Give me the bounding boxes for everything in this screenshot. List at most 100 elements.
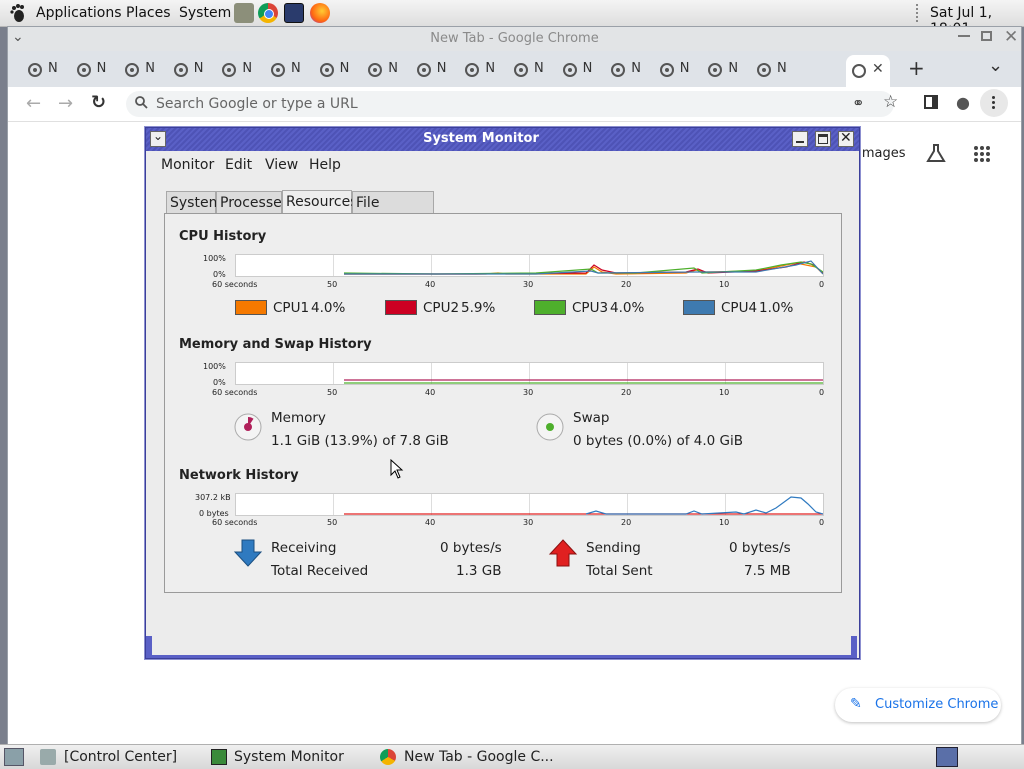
chrome-menu-icon[interactable] xyxy=(980,89,1008,117)
back-arrow-icon[interactable]: ← xyxy=(26,93,41,114)
minimize-icon[interactable] xyxy=(792,131,808,147)
apps-grid-icon[interactable] xyxy=(973,145,991,167)
cpu-y-top: 100% xyxy=(203,254,226,263)
system-monitor-titlebar[interactable]: ⌄ System Monitor ✕ xyxy=(146,128,859,151)
labs-flask-icon[interactable] xyxy=(925,142,947,168)
tab-title: N xyxy=(485,61,496,76)
browser-tab[interactable]: N xyxy=(119,57,161,83)
share-icon[interactable]: ⚭ xyxy=(852,94,865,112)
net-x-tick: 50 xyxy=(327,518,338,527)
browser-tab[interactable]: N xyxy=(314,57,356,83)
chrome-titlebar[interactable]: ⌄ New Tab - Google Chrome ✕ xyxy=(8,27,1021,51)
gnome-foot-icon[interactable] xyxy=(8,3,28,23)
tab-title: N xyxy=(728,61,739,76)
tab-system[interactable]: System xyxy=(166,191,222,213)
tab-title: N xyxy=(145,61,155,76)
cpu3-color-button[interactable] xyxy=(534,300,566,315)
browser-tab[interactable]: N xyxy=(702,57,744,83)
close-icon[interactable]: ✕ xyxy=(838,130,854,147)
firefox-launcher-icon[interactable] xyxy=(310,3,330,23)
tab-favicon-icon xyxy=(562,63,577,77)
cpu2-color-button[interactable] xyxy=(385,300,417,315)
menu-help[interactable]: Help xyxy=(309,157,341,173)
maximize-icon[interactable] xyxy=(815,131,831,147)
menu-monitor[interactable]: Monitor xyxy=(161,157,214,173)
browser-tab[interactable]: N xyxy=(168,57,210,83)
browser-tab[interactable]: N xyxy=(71,57,113,83)
workspace-switcher-icon[interactable] xyxy=(936,747,958,767)
browser-tab[interactable]: N xyxy=(216,57,258,83)
browser-tab[interactable]: N xyxy=(22,57,64,83)
tab-file-systems[interactable]: File Systems xyxy=(352,191,434,233)
cpu4-color-button[interactable] xyxy=(683,300,715,315)
tab-search-chevron-icon[interactable]: ⌄ xyxy=(988,55,1003,76)
customize-chrome-button[interactable]: ✎ Customize Chrome xyxy=(835,688,1001,722)
tab-favicon-icon xyxy=(173,63,188,77)
panel-separator-icon xyxy=(916,4,922,22)
tab-favicon-icon xyxy=(465,63,480,77)
side-panel-icon[interactable] xyxy=(924,95,938,109)
receiving-arrow-icon[interactable] xyxy=(233,538,263,568)
tab-processes[interactable]: Processes xyxy=(216,191,289,213)
applications-menu[interactable]: Applications xyxy=(36,5,122,21)
browser-tab[interactable]: N xyxy=(557,57,599,83)
cpu2-label: CPU2 xyxy=(423,300,460,316)
omnibox[interactable]: Search Google or type a URL ⚭ ☆ xyxy=(126,91,898,117)
sending-arrow-icon[interactable] xyxy=(548,538,578,568)
browser-tab[interactable]: N xyxy=(362,57,404,83)
browser-tab[interactable]: N xyxy=(459,57,501,83)
system-menu[interactable]: System xyxy=(179,5,231,21)
network-x-axis: 60 seconds 50 40 30 20 10 0 xyxy=(205,518,845,530)
terminal-launcher-icon[interactable] xyxy=(284,3,304,23)
cpu-x-tick: 0 xyxy=(819,280,825,289)
taskbar-system-monitor[interactable]: System Monitor xyxy=(234,749,344,765)
taskbar-new-tab[interactable]: New Tab - Google C... xyxy=(404,749,554,765)
browser-tab[interactable]: N xyxy=(265,57,307,83)
window-bottom-border[interactable] xyxy=(146,636,859,658)
net-x-tick: 0 xyxy=(819,518,825,527)
cpu1-color-button[interactable] xyxy=(235,300,267,315)
browser-tab[interactable]: N xyxy=(751,57,793,83)
new-tab-favicon-icon xyxy=(852,64,866,78)
minimize-icon[interactable] xyxy=(958,35,970,37)
memory-pie-icon[interactable] xyxy=(233,412,263,442)
menu-view[interactable]: View xyxy=(265,157,298,173)
cpu-x-tick: 20 xyxy=(621,280,632,289)
tab-favicon-icon xyxy=(76,63,91,77)
profile-icon[interactable]: ● xyxy=(956,93,970,112)
forward-arrow-icon[interactable]: → xyxy=(58,93,73,114)
active-tab[interactable]: ✕ xyxy=(846,55,890,87)
chrome-launcher-icon[interactable] xyxy=(258,3,278,23)
tab-favicon-icon xyxy=(125,63,140,77)
cpu-history-title: CPU History xyxy=(179,229,267,244)
file-manager-launcher-icon[interactable] xyxy=(234,3,254,23)
taskbar-control-center[interactable]: [Control Center] xyxy=(64,749,177,765)
tab-title: N xyxy=(679,61,690,76)
browser-tab[interactable]: N xyxy=(508,57,550,83)
tab-favicon-icon xyxy=(271,63,285,77)
menu-edit[interactable]: Edit xyxy=(225,157,252,173)
browser-tab[interactable]: N xyxy=(654,57,696,83)
cpu4-label: CPU4 xyxy=(721,300,758,316)
images-link[interactable]: Images xyxy=(858,146,906,161)
receiving-label: Receiving xyxy=(271,540,337,556)
close-icon[interactable]: ✕ xyxy=(1004,27,1018,47)
close-tab-icon[interactable]: ✕ xyxy=(872,61,884,77)
show-desktop-icon[interactable] xyxy=(4,748,24,766)
cpu3-label: CPU3 xyxy=(572,300,609,316)
net-y-bottom: 0 bytes xyxy=(199,509,229,518)
swap-label: Swap xyxy=(573,410,610,426)
places-menu[interactable]: Places xyxy=(126,5,171,21)
new-tab-plus-icon[interactable]: + xyxy=(908,56,925,80)
mem-x-tick: 60 seconds xyxy=(212,388,258,397)
maximize-icon[interactable] xyxy=(981,31,992,41)
system-monitor-task-icon xyxy=(211,749,227,765)
receiving-value: 0 bytes/s xyxy=(440,540,502,556)
swap-pie-icon[interactable] xyxy=(535,412,565,442)
reload-icon[interactable]: ↻ xyxy=(91,92,106,113)
browser-tab[interactable]: N xyxy=(605,57,647,83)
browser-tab[interactable]: N xyxy=(411,57,453,83)
tab-title: N xyxy=(436,61,447,76)
tab-resources[interactable]: Resources xyxy=(282,190,358,214)
bookmark-star-icon[interactable]: ☆ xyxy=(883,92,898,112)
